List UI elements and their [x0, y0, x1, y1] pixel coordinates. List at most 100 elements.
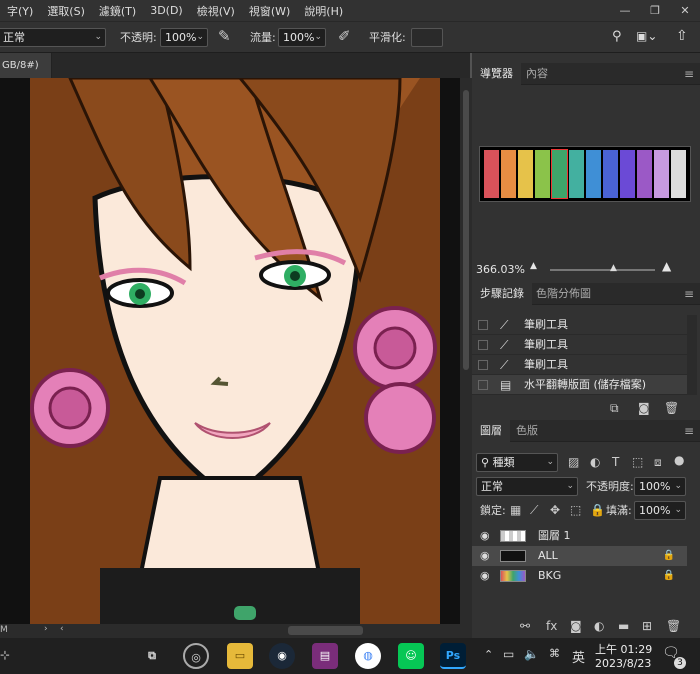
panel-menu-icon[interactable]: ≡ [684, 424, 694, 438]
history-item-active[interactable]: ▤ 水平翻轉版面 (儲存檔案) [472, 375, 687, 395]
canvas-vertical-scrollbar[interactable] [460, 78, 472, 624]
smoothing-input[interactable] [411, 28, 443, 47]
tray-overflow-icon[interactable]: ⌃ [484, 648, 493, 661]
layer-style-fx-icon[interactable]: fx [546, 619, 557, 633]
link-layers-icon[interactable]: ⚯ [520, 619, 530, 633]
network-icon[interactable]: ▭ [503, 647, 514, 661]
chevron-down-icon: ⌄ [94, 32, 102, 42]
clock-date[interactable]: 2023/8/23 [595, 657, 651, 670]
opacity-input[interactable]: 100% ⌄ [160, 28, 208, 47]
menu-view[interactable]: 檢視(V) [190, 3, 242, 19]
chrome-icon[interactable]: ◍ [355, 643, 381, 669]
history-scrollbar[interactable] [687, 315, 697, 395]
new-layer-icon[interactable]: ⊞ [642, 619, 652, 633]
filter-pixel-icon[interactable]: ▨ [568, 455, 579, 469]
snapshot-camera-icon[interactable]: ◙ [638, 401, 650, 415]
zoom-out-icon[interactable]: ▲ [530, 261, 537, 271]
layer-opacity-input[interactable]: 100% ⌄ [634, 477, 686, 496]
tab-navigator[interactable]: 導覽器 [472, 63, 521, 85]
filter-smart-object-icon[interactable]: ⧈ [654, 455, 662, 470]
steam-icon[interactable]: ◉ [269, 643, 295, 669]
eye-icon[interactable]: ◉ [480, 526, 490, 546]
clock-time[interactable]: 上午 01:29 [595, 641, 652, 657]
winrar-icon[interactable]: ▤ [312, 643, 338, 669]
volume-icon[interactable]: 🔈 [524, 647, 539, 661]
flow-input[interactable]: 100% ⌄ [278, 28, 326, 47]
tab-layers[interactable]: 圖層 [472, 420, 510, 442]
bluetooth-icon[interactable]: ⌘ [549, 647, 560, 660]
menu-select[interactable]: 選取(S) [40, 3, 92, 19]
lock-all-icon[interactable]: 🔒 [590, 503, 605, 517]
layer-filter-select[interactable]: ⚲ 種類 ⌄ [476, 453, 558, 472]
trash-icon[interactable]: 🗑 [664, 401, 679, 415]
fill-input[interactable]: 100% ⌄ [634, 501, 686, 520]
photoshop-taskbar-icon[interactable]: Ps [440, 643, 466, 669]
workspace-icon[interactable]: ▣⌄ [636, 29, 657, 43]
menu-3d[interactable]: 3D(D) [143, 4, 190, 17]
chevron-down-icon: ⌄ [674, 481, 682, 491]
history-checkbox[interactable] [478, 360, 488, 370]
filter-type-icon[interactable]: T [612, 455, 619, 469]
lock-transparent-icon[interactable]: ▦ [510, 503, 521, 517]
close-icon[interactable]: ✕ [670, 4, 700, 17]
navigator-zoom-value[interactable]: 366.03% [476, 263, 525, 276]
tab-channels[interactable]: 色版 [508, 420, 546, 442]
filter-adjustment-icon[interactable]: ◐ [590, 455, 600, 469]
ubisoft-icon[interactable]: ◎ [183, 643, 209, 669]
history-checkbox[interactable] [478, 340, 488, 350]
zoom-slider-handle[interactable]: ▲ [610, 263, 617, 273]
history-checkbox[interactable] [478, 380, 488, 390]
history-item[interactable]: ⟋ 筆刷工具 [472, 315, 687, 335]
eye-icon[interactable]: ◉ [480, 566, 490, 586]
file-explorer-icon[interactable]: ▭ [227, 643, 253, 669]
line-icon[interactable]: ☺ [398, 643, 424, 669]
lock-image-icon[interactable]: ⟋ [530, 503, 538, 518]
menu-help[interactable]: 說明(H) [297, 3, 350, 19]
brush-mode-select[interactable]: 正常 ⌄ [0, 28, 106, 47]
canvas-area[interactable] [0, 78, 460, 624]
layer-mask-icon[interactable]: ◙ [570, 619, 582, 633]
document-tab-bar: GB/8#) × [0, 53, 470, 96]
brush-icon: ⟋ [500, 358, 509, 372]
ime-indicator[interactable]: 英 [572, 647, 585, 666]
layer-row[interactable]: ◉ BKG 🔒 [472, 566, 687, 586]
navigator-preview[interactable] [479, 146, 691, 202]
panel-menu-icon[interactable]: ≡ [684, 67, 694, 81]
tab-properties[interactable]: 內容 [518, 63, 556, 85]
menu-filter[interactable]: 濾鏡(T) [92, 3, 143, 19]
zoom-in-icon[interactable]: ▲ [662, 259, 671, 273]
share-icon[interactable]: ⇧ [676, 28, 688, 44]
document-tab[interactable]: GB/8#) × [0, 53, 52, 96]
tab-histogram[interactable]: 色階分佈圖 [528, 283, 599, 305]
search-icon[interactable]: ⚲ [612, 29, 622, 44]
new-group-icon[interactable]: ▬ [618, 619, 629, 633]
history-item[interactable]: ⟋ 筆刷工具 [472, 355, 687, 375]
adjustment-layer-icon[interactable]: ◐ [594, 619, 604, 633]
pressure-opacity-icon[interactable]: ✎ [218, 27, 231, 45]
eye-icon[interactable]: ◉ [480, 546, 490, 566]
airbrush-icon[interactable]: ✐ [338, 27, 351, 45]
scroll-left-icon[interactable]: ‹ [60, 624, 64, 634]
history-item[interactable]: ⟋ 筆刷工具 [472, 335, 687, 355]
artwork-canvas [0, 78, 460, 624]
task-view-icon[interactable]: ⧉ [139, 643, 165, 669]
trash-icon[interactable]: 🗑 [666, 619, 681, 633]
zoom-slider[interactable] [550, 269, 655, 271]
horizontal-scrollbar-thumb[interactable] [288, 626, 363, 635]
minimize-icon[interactable]: — [610, 4, 640, 17]
filter-toggle-icon[interactable]: ● [674, 453, 684, 467]
lock-position-icon[interactable]: ✥ [550, 503, 560, 517]
chevron-right-icon[interactable]: › [44, 624, 48, 634]
new-document-from-state-icon[interactable]: ⧉ [610, 401, 619, 416]
blend-mode-select[interactable]: 正常 ⌄ [476, 477, 578, 496]
menu-type[interactable]: 字(Y) [0, 3, 40, 19]
layer-row-selected[interactable]: ◉ ALL 🔒 [472, 546, 687, 566]
menu-window[interactable]: 視窗(W) [242, 3, 297, 19]
filter-shape-icon[interactable]: ⬚ [632, 455, 643, 469]
lock-artboard-icon[interactable]: ⬚ [570, 503, 581, 517]
tab-history[interactable]: 步驟記錄 [472, 283, 532, 305]
restore-icon[interactable]: ❐ [640, 4, 670, 17]
panel-menu-icon[interactable]: ≡ [684, 287, 694, 301]
history-checkbox[interactable] [478, 320, 488, 330]
layer-row[interactable]: ◉ 圖層 1 [472, 526, 687, 546]
